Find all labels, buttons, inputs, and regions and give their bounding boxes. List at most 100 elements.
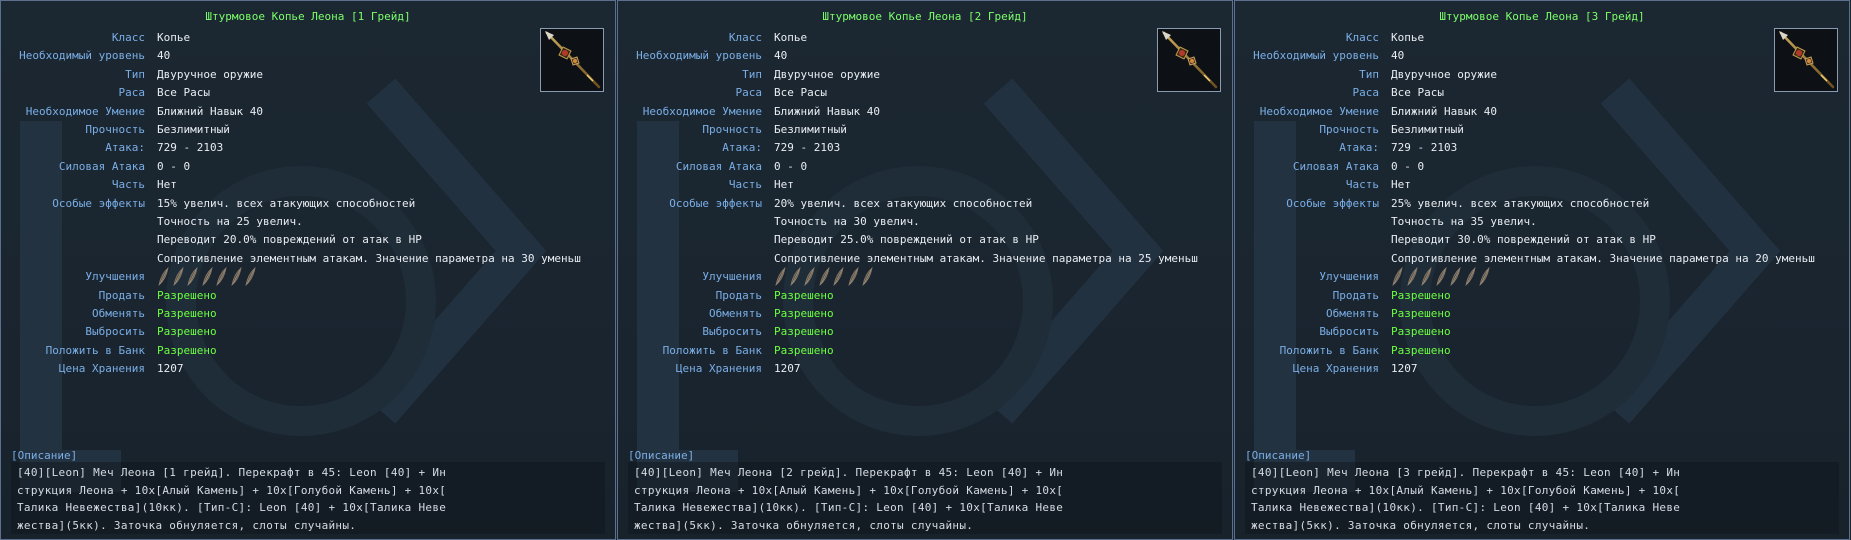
special-effects-label: Особые эффекты — [669, 196, 762, 210]
race-value: Все Расы — [1391, 86, 1444, 100]
upgrade-slot-icon — [1406, 267, 1418, 287]
upgrades-label: Улучшения — [702, 270, 762, 284]
bank-deposit-status: Разрешено — [1391, 343, 1451, 357]
part-label: Часть — [111, 178, 145, 192]
drop-label: Выбросить — [1319, 325, 1379, 339]
durability-value: Безлимитный — [157, 123, 230, 136]
upgrade-slots — [774, 267, 884, 287]
description-line: Талика Невежества](10кк). [Тип-С]: Leon … — [1251, 501, 1681, 514]
drop-label: Выбросить — [85, 325, 145, 339]
race-label: Раса — [735, 86, 763, 100]
special-effects-label: Особые эффекты — [1286, 196, 1379, 210]
item-tooltip-panel: Штурмовое Копье Леона [3 Грейд] Класс Копь… — [1234, 0, 1850, 540]
required-level-label: Необходимый уровень — [19, 49, 145, 63]
upgrade-slot-icon — [1450, 267, 1461, 287]
item-title: Штурмовое Копье Леона [1 Грейд] — [205, 10, 411, 23]
storage-price-label: Цена Хранения — [675, 362, 762, 376]
required-skill-label: Необходимое Умение — [25, 104, 145, 118]
weapon-type-label: Тип — [125, 67, 145, 81]
description-heading: [Описание] — [11, 449, 78, 462]
part-value: Нет — [1391, 178, 1411, 192]
race-label: Раса — [1352, 86, 1380, 100]
drop-status: Разрешено — [1391, 325, 1451, 339]
attack-label: Атака: — [105, 141, 145, 155]
description-line: [40][Leon] Меч Леона [2 грейд]. Перекраф… — [634, 466, 1064, 479]
race-value: Все Расы — [774, 86, 827, 100]
required-level-value: 40 — [1391, 49, 1405, 63]
required-skill-value: Ближний Навык 40 — [774, 104, 880, 118]
attack-value: 729 - 2103 — [1391, 141, 1458, 155]
class-label: Класс — [111, 31, 145, 44]
upgrade-slot-icon — [775, 267, 786, 287]
class-value: Копье — [1391, 31, 1425, 44]
special-effect-line: Сопротивление элементным атакам. Значени… — [1391, 251, 1815, 265]
special-effect-line: 25% увелич. всех атакующих способностей — [1391, 196, 1650, 210]
upgrade-slot-icon — [216, 267, 227, 287]
required-skill-label: Необходимое Умение — [1259, 104, 1379, 118]
force-attack-label: Силовая Атака — [1292, 159, 1379, 173]
bank-deposit-label: Положить в Банк — [662, 343, 762, 357]
upgrade-slot-icon — [1479, 267, 1490, 287]
weapon-type-label: Тип — [1359, 67, 1379, 81]
drop-label: Выбросить — [702, 325, 762, 339]
part-value: Нет — [157, 178, 177, 192]
sell-label: Продать — [98, 288, 145, 302]
description-line: жества](5кк). Заточка обнуляется, слоты … — [1251, 518, 1591, 532]
durability-value: Безлимитный — [774, 123, 847, 136]
upgrades-label: Улучшения — [85, 270, 145, 284]
special-effect-line: Переводит 20.0% повреждений от атак в HP — [157, 233, 422, 247]
trade-status: Разрешено — [1391, 307, 1451, 320]
special-effect-line: Точность на 35 увелич. — [1391, 215, 1537, 228]
upgrades-label: Улучшения — [1319, 270, 1379, 284]
description-line: струкция Леона + 10x[Алый Камень] + 10x[… — [1251, 483, 1681, 497]
upgrade-slot-icon — [833, 267, 844, 287]
attack-value: 729 - 2103 — [774, 141, 841, 155]
description-line: струкция Леона + 10x[Алый Камень] + 10x[… — [634, 483, 1064, 497]
special-effect-line: 15% увелич. всех атакующих способностей — [157, 196, 416, 210]
drop-status: Разрешено — [157, 325, 217, 339]
description-line: Талика Невежества](10кк). [Тип-С]: Leon … — [17, 501, 447, 514]
durability-value: Безлимитный — [1391, 123, 1464, 136]
part-value: Нет — [774, 178, 794, 192]
description-box: [40][Leon] Меч Леона [3 грейд]. Перекраф… — [1245, 462, 1839, 534]
upgrade-slot-icon — [789, 267, 801, 287]
required-skill-label: Необходимое Умение — [642, 104, 762, 118]
class-label: Класс — [728, 31, 762, 44]
special-effect-line: Точность на 25 увелич. — [157, 215, 303, 228]
tooltip-strip: Штурмовое Копье Леона [1 Грейд] Класс Копь… — [0, 0, 1851, 540]
force-attack-label: Силовая Атака — [58, 159, 145, 173]
weapon-type-value: Двуручное оружие — [157, 67, 263, 81]
required-level-value: 40 — [157, 49, 171, 63]
upgrade-slot-icon — [1464, 267, 1476, 287]
upgrade-slot-icon — [187, 267, 198, 287]
durability-label: Прочность — [85, 123, 145, 136]
sell-status: Разрешено — [157, 288, 217, 302]
description-heading: [Описание] — [628, 449, 695, 462]
sell-label: Продать — [715, 288, 762, 302]
storage-price-value: 1207 — [1391, 362, 1418, 376]
bank-deposit-status: Разрешено — [157, 343, 217, 357]
description-line: Талика Невежества](10кк). [Тип-С]: Leon … — [634, 501, 1064, 514]
description-line: [40][Leon] Меч Леона [1 грейд]. Перекраф… — [17, 466, 447, 479]
required-skill-value: Ближний Навык 40 — [157, 104, 263, 118]
force-attack-value: 0 - 0 — [774, 159, 808, 173]
upgrade-slots — [1391, 267, 1501, 287]
weapon-type-label: Тип — [742, 67, 762, 81]
description-box: [40][Leon] Меч Леона [1 грейд]. Перекраф… — [11, 462, 605, 534]
race-value: Все Расы — [157, 86, 210, 100]
trade-status: Разрешено — [157, 307, 217, 320]
item-tooltip-panel: Штурмовое Копье Леона [2 Грейд] Класс Копь… — [617, 0, 1233, 540]
spear-item-icon — [540, 28, 604, 92]
special-effect-line: Точность на 30 увелич. — [774, 215, 920, 228]
required-skill-value: Ближний Навык 40 — [1391, 104, 1497, 118]
description-line: жества](5кк). Заточка обнуляется, слоты … — [634, 518, 974, 532]
item-title: Штурмовое Копье Леона [2 Грейд] — [822, 10, 1028, 23]
description-line: жества](5кк). Заточка обнуляется, слоты … — [17, 518, 357, 532]
special-effects-label: Особые эффекты — [52, 196, 145, 210]
force-attack-value: 0 - 0 — [157, 159, 191, 173]
storage-price-value: 1207 — [157, 362, 184, 376]
force-attack-label: Силовая Атака — [675, 159, 762, 173]
upgrade-slot-icon — [818, 267, 830, 287]
description-heading: [Описание] — [1245, 449, 1312, 462]
class-value: Копье — [157, 31, 191, 44]
